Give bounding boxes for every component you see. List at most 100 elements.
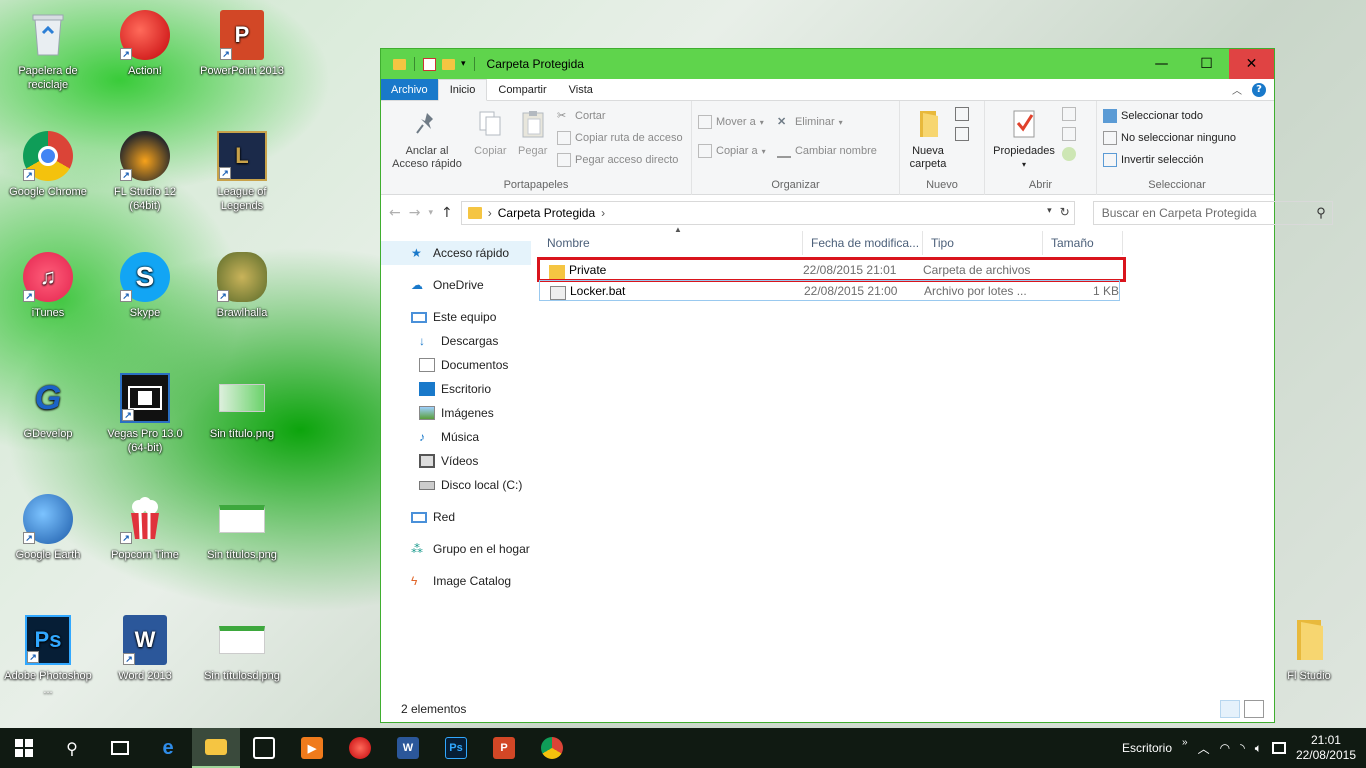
desktop-icon-itunes[interactable]: ♫ ↗ iTunes bbox=[3, 252, 93, 320]
table-row[interactable]: Private 22/08/2015 21:01 Carpeta de arch… bbox=[537, 257, 1126, 282]
taskbar-file-explorer[interactable] bbox=[192, 728, 240, 768]
breadcrumb-chevron-icon[interactable]: › bbox=[488, 206, 492, 220]
taskbar-photoshop[interactable]: Ps bbox=[432, 728, 480, 768]
back-arrow-icon[interactable]: ← bbox=[389, 205, 401, 221]
column-header-size[interactable]: Tamaño bbox=[1043, 231, 1123, 255]
edit-icon[interactable] bbox=[1062, 127, 1077, 141]
minimize-button[interactable]: — bbox=[1139, 49, 1184, 79]
desktop-icon-action[interactable]: ↗ Action! bbox=[100, 10, 190, 78]
nav-item-quick-access[interactable]: ★ Acceso rápido bbox=[381, 241, 531, 265]
network-status-icon[interactable]: ◠ bbox=[1220, 741, 1230, 755]
address-dropdown-icon[interactable]: ▾ bbox=[1047, 205, 1052, 219]
select-none-button[interactable]: No seleccionar ninguno bbox=[1103, 129, 1236, 147]
desktop-icon-brawlhalla[interactable]: ↗ Brawlhalla bbox=[197, 252, 287, 320]
copy-button[interactable]: Copiar bbox=[472, 105, 508, 158]
desktop-icon-image-3[interactable]: Sin títulosd.png bbox=[197, 615, 287, 683]
cut-button[interactable]: ✂ Cortar bbox=[557, 107, 683, 125]
maximize-button[interactable]: ☐ bbox=[1184, 49, 1229, 79]
nav-item-pictures[interactable]: Imágenes bbox=[381, 401, 531, 425]
search-button[interactable]: ⚲ bbox=[48, 728, 96, 768]
taskbar-word[interactable]: W bbox=[384, 728, 432, 768]
breadcrumb-chevron-icon[interactable]: › bbox=[601, 206, 605, 220]
paste-shortcut-button[interactable]: Pegar acceso directo bbox=[557, 151, 683, 169]
address-bar[interactable]: › Carpeta Protegida › ▾ ↻ bbox=[460, 201, 1075, 225]
nav-item-downloads[interactable]: ↓ Descargas bbox=[381, 329, 531, 353]
wifi-icon[interactable]: ◝ bbox=[1240, 741, 1245, 755]
tab-compartir[interactable]: Compartir bbox=[487, 79, 557, 100]
delete-button[interactable]: ✕ Eliminar ▾ bbox=[777, 113, 877, 131]
large-icons-view-button[interactable] bbox=[1244, 700, 1264, 718]
open-icon[interactable] bbox=[1062, 107, 1077, 121]
nav-item-music[interactable]: ♪ Música bbox=[381, 425, 531, 449]
taskbar-chrome[interactable] bbox=[528, 728, 576, 768]
search-input[interactable]: Buscar en Carpeta Protegida ⚲ bbox=[1092, 201, 1333, 225]
desktop-toolbar-label[interactable]: Escritorio bbox=[1122, 741, 1172, 755]
column-header-date[interactable]: Fecha de modifica... bbox=[803, 231, 923, 255]
tab-inicio[interactable]: Inicio bbox=[437, 79, 488, 101]
nav-item-local-disk[interactable]: Disco local (C:) bbox=[381, 473, 531, 497]
new-item-icon[interactable] bbox=[955, 107, 970, 121]
close-button[interactable]: ✕ bbox=[1229, 49, 1274, 79]
breadcrumb-current[interactable]: Carpeta Protegida bbox=[498, 206, 595, 220]
history-icon[interactable] bbox=[1062, 147, 1077, 161]
desktop-icon-popcorn-time[interactable]: ↗ Popcorn Time bbox=[100, 494, 190, 562]
nav-item-onedrive[interactable]: ☁ OneDrive bbox=[381, 273, 531, 297]
desktop-icon-image-2[interactable]: Sin títulos.png bbox=[197, 494, 287, 562]
nav-item-documents[interactable]: Documentos bbox=[381, 353, 531, 377]
taskbar-powerpoint[interactable]: P bbox=[480, 728, 528, 768]
properties-button[interactable]: Propiedades ▾ bbox=[991, 105, 1057, 171]
desktop-icon-fl-studio-folder[interactable]: Fl Studio bbox=[1264, 615, 1354, 683]
clock[interactable]: 21:01 22/08/2015 bbox=[1296, 733, 1356, 763]
forward-arrow-icon[interactable]: → bbox=[409, 205, 421, 221]
pin-quick-access-button[interactable]: Anclar al Acceso rápido bbox=[387, 105, 467, 171]
column-header-type[interactable]: Tipo bbox=[923, 231, 1043, 255]
rename-button[interactable]: Cambiar nombre bbox=[776, 142, 877, 160]
nav-item-this-pc[interactable]: Este equipo bbox=[381, 305, 531, 329]
recent-locations-icon[interactable]: ▾ bbox=[428, 208, 433, 218]
paste-button[interactable]: Pegar bbox=[514, 105, 552, 158]
desktop-icon-powerpoint[interactable]: P ↗ PowerPoint 2013 bbox=[197, 10, 287, 78]
desktop-icon-chrome[interactable]: ↗ Google Chrome bbox=[3, 131, 93, 199]
new-folder-quick-icon[interactable] bbox=[442, 58, 455, 70]
customize-toolbar-icon[interactable]: ▾ bbox=[461, 59, 466, 69]
desktop-icon-google-earth[interactable]: ↗ Google Earth bbox=[3, 494, 93, 562]
tab-archivo[interactable]: Archivo bbox=[381, 79, 438, 100]
nav-item-network[interactable]: Red bbox=[381, 505, 531, 529]
volume-icon[interactable]: 🔈︎ bbox=[1255, 741, 1262, 756]
taskbar-edge[interactable]: e bbox=[144, 728, 192, 768]
toolbar-expand-icon[interactable]: » bbox=[1182, 737, 1188, 748]
desktop-icon-image-1[interactable]: Sin título.png bbox=[197, 373, 287, 441]
new-folder-button[interactable]: Nueva carpeta bbox=[906, 105, 950, 171]
nav-item-desktop[interactable]: Escritorio bbox=[381, 377, 531, 401]
search-icon[interactable]: ⚲ bbox=[1316, 205, 1326, 221]
taskbar-media[interactable]: ▶ bbox=[288, 728, 336, 768]
table-row[interactable]: Locker.bat 22/08/2015 21:00 Archivo por … bbox=[539, 280, 1120, 301]
desktop-icon-word[interactable]: W ↗ Word 2013 bbox=[100, 615, 190, 683]
easy-access-icon[interactable] bbox=[955, 127, 970, 141]
invert-selection-button[interactable]: Invertir selección bbox=[1103, 151, 1236, 169]
nav-item-homegroup[interactable]: ⁂ Grupo en el hogar bbox=[381, 537, 531, 561]
tab-vista[interactable]: Vista bbox=[558, 79, 604, 100]
details-view-button[interactable] bbox=[1220, 700, 1240, 718]
show-hidden-icons-icon[interactable]: ︿ bbox=[1198, 740, 1210, 757]
title-bar[interactable]: ▾ Carpeta Protegida — ☐ ✕ bbox=[381, 49, 1274, 79]
desktop-icon-fl-studio[interactable]: ↗ FL Studio 12 (64bit) bbox=[100, 131, 190, 213]
copy-to-button[interactable]: Copiar a ▾ bbox=[698, 142, 766, 160]
desktop-icon-skype[interactable]: S ↗ Skype bbox=[100, 252, 190, 320]
desktop-icon-league-of-legends[interactable]: L ↗ League of Legends bbox=[197, 131, 287, 213]
start-button[interactable] bbox=[0, 728, 48, 768]
desktop-icon-recycle-bin[interactable]: Papelera de reciclaje bbox=[3, 10, 93, 92]
task-view-button[interactable] bbox=[96, 728, 144, 768]
desktop-icon-photoshop[interactable]: Ps ↗ Adobe Photoshop ... bbox=[3, 615, 93, 697]
refresh-icon[interactable]: ↻ bbox=[1060, 205, 1070, 219]
up-arrow-icon[interactable]: ↑ bbox=[441, 205, 453, 221]
collapse-ribbon-icon[interactable]: ︿ bbox=[1232, 82, 1242, 97]
action-center-icon[interactable] bbox=[1271, 742, 1286, 754]
move-to-button[interactable]: Mover a ▾ bbox=[698, 113, 766, 131]
help-icon[interactable]: ? bbox=[1252, 82, 1266, 97]
select-all-button[interactable]: Seleccionar todo bbox=[1103, 107, 1236, 125]
taskbar-action[interactable] bbox=[336, 728, 384, 768]
desktop-icon-gdevelop[interactable]: G GDevelop bbox=[3, 373, 93, 441]
column-header-name[interactable]: Nombre bbox=[539, 231, 803, 255]
desktop-icon-vegas-pro[interactable]: ↗ Vegas Pro 13.0 (64-bit) bbox=[100, 373, 190, 455]
